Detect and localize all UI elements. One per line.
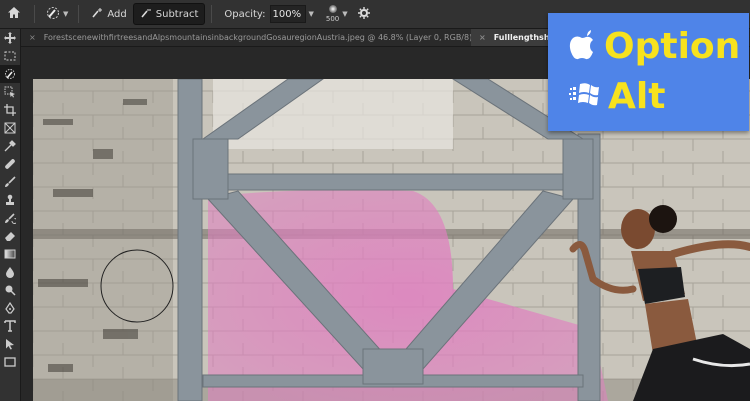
marquee-icon: [4, 47, 16, 66]
add-mode-button[interactable]: Add: [85, 4, 132, 24]
alt-key-label: Alt: [608, 76, 666, 117]
add-mode-label: Add: [107, 8, 127, 20]
option-key-label: Option: [604, 26, 741, 67]
healing-brush-tool[interactable]: [0, 155, 20, 173]
selection-brush-icon: [4, 65, 16, 84]
bandage-icon: [4, 155, 16, 174]
opacity-label: Opacity:: [224, 8, 266, 20]
home-icon: [7, 6, 21, 22]
marquee-tool[interactable]: [0, 47, 20, 65]
chevron-down-icon: ▼: [63, 10, 69, 18]
separator: [211, 5, 213, 23]
tools-panel: [0, 29, 21, 401]
tool-preset-picker[interactable]: ▼: [41, 5, 72, 24]
subtract-mode-button[interactable]: Subtract: [132, 3, 206, 25]
brush-tool[interactable]: [0, 173, 20, 191]
arrow-cursor-icon: [4, 335, 16, 354]
opacity-input[interactable]: [269, 5, 306, 23]
clone-stamp-tool[interactable]: [0, 191, 20, 209]
rectangle-icon: [4, 353, 16, 372]
gear-icon[interactable]: [357, 6, 370, 22]
droplet-icon: [4, 263, 16, 282]
frame-tool[interactable]: [0, 119, 20, 137]
eraser-brush-icon: [45, 5, 61, 24]
brush-dropdown-icon[interactable]: ▼: [342, 10, 347, 18]
brush-size-picker[interactable]: 500: [326, 5, 339, 23]
pen-icon: [4, 299, 16, 318]
eyedropper-icon: [4, 137, 16, 156]
tab-label: ForestscenewithfirtreesandAlpsmountainsi…: [43, 33, 471, 42]
separator: [34, 5, 35, 23]
mac-key-row: Option: [568, 27, 740, 67]
history-brush-icon: [4, 209, 18, 228]
gradient-tool[interactable]: [0, 245, 20, 263]
type-icon: [4, 317, 16, 336]
apple-icon: [568, 29, 596, 65]
pen-tool[interactable]: [0, 299, 20, 317]
subtract-icon: [140, 7, 152, 22]
object-select-icon: [4, 83, 16, 102]
close-icon[interactable]: ×: [479, 33, 486, 42]
type-tool[interactable]: [0, 317, 20, 335]
opacity-dropdown-icon[interactable]: ▼: [309, 10, 314, 18]
blur-tool[interactable]: [0, 263, 20, 281]
brush-icon: [4, 173, 16, 192]
close-icon[interactable]: ×: [29, 33, 36, 42]
brush-tip-icon: [328, 5, 337, 13]
eraser-icon: [4, 227, 16, 246]
dodge-tool[interactable]: [0, 281, 20, 299]
subtract-mode-label: Subtract: [155, 8, 199, 20]
windows-icon: [568, 80, 600, 114]
crop-icon: [4, 101, 16, 120]
gradient-icon: [4, 245, 16, 264]
eraser-tool[interactable]: [0, 227, 20, 245]
windows-key-row: Alt: [568, 77, 665, 117]
dodge-icon: [4, 281, 16, 300]
history-brush-tool[interactable]: [0, 209, 20, 227]
home-button[interactable]: [0, 0, 28, 28]
object-select-tool[interactable]: [0, 83, 20, 101]
path-select-tool[interactable]: [0, 335, 20, 353]
stamp-icon: [4, 191, 16, 210]
crop-tool[interactable]: [0, 101, 20, 119]
separator: [78, 5, 80, 23]
move-tool[interactable]: [0, 29, 20, 47]
tab-forest-document[interactable]: × ForestscenewithfirtreesandAlpsmountain…: [21, 29, 471, 46]
frame-icon: [4, 119, 16, 138]
add-icon: [91, 7, 103, 22]
brush-size-value: 500: [325, 15, 340, 23]
eyedropper-tool[interactable]: [0, 137, 20, 155]
move-icon: [4, 29, 16, 48]
modifier-key-overlay: Option Alt: [548, 13, 749, 131]
rectangle-tool[interactable]: [0, 353, 20, 371]
selection-brush-tool[interactable]: [0, 65, 20, 83]
